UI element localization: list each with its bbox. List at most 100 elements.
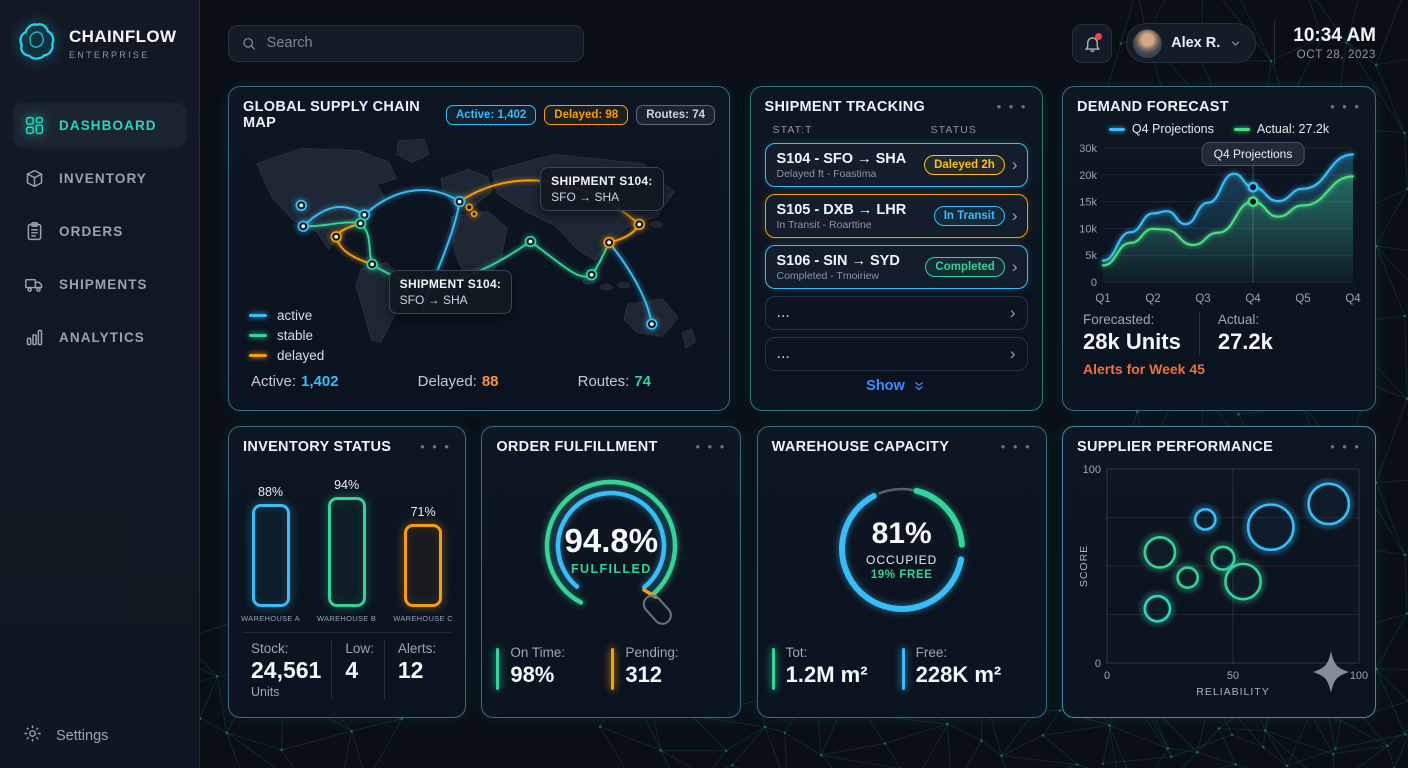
legend-label: stable — [277, 328, 313, 343]
chevron-right-icon[interactable]: › — [1010, 303, 1016, 323]
stat-value: 4 — [345, 657, 374, 684]
stat-label: On Time: — [510, 645, 565, 660]
shipment-subtitle: Completed - Tmoiriew — [777, 270, 926, 282]
demand-forecast-chart: 05k10k15k20k30kQ1Q2Q3Q4Q5Q4Q4 Projection… — [1077, 140, 1361, 308]
shipment-tracking-card: SHIPMENT TRACKING • • • STAT:T STATUS S1… — [750, 86, 1043, 411]
chevron-right-icon[interactable]: › — [1010, 344, 1016, 364]
stat-unit: Units — [251, 685, 321, 699]
chevron-right-icon[interactable]: › — [1012, 257, 1018, 277]
map-tooltip-title: SHIPMENT S104: — [400, 277, 502, 291]
shipment-info: S105 - DXB → LHRIn Transit - Roarttine — [777, 202, 934, 231]
legend-item: stable — [249, 325, 324, 345]
metric-stat: Tot:1.2M m² — [772, 645, 902, 690]
shipment-columns: STAT:T STATUS — [773, 124, 1024, 136]
cursor-sparkle-icon — [1313, 651, 1349, 693]
sidebar-nav: DASHBOARD INVENTORY ORDERS SHIPMENTS ANALYTI… — [0, 103, 199, 359]
ellipsis-icon[interactable]: • • • — [695, 443, 726, 451]
map-stat-label: Routes: — [578, 373, 630, 390]
status-badge: In Transit — [934, 206, 1005, 226]
ellipsis-icon[interactable]: • • • — [997, 103, 1028, 111]
supplier-card-title: SUPPLIER PERFORMANCE — [1077, 439, 1273, 455]
bar-value-label: 88% — [258, 485, 283, 499]
svg-text:0: 0 — [1104, 670, 1110, 682]
metric-stat: On Time:98% — [496, 645, 611, 690]
map-stat: Routes:74 — [578, 373, 651, 390]
shipment-row[interactable]: S106 - SIN → SYDCompleted - TmoiriewComp… — [765, 245, 1028, 289]
inventory-stat: Stock:24,561Units — [243, 641, 331, 699]
bar-value-label: 71% — [411, 505, 436, 519]
sidebar-item-label: ORDERS — [59, 224, 123, 239]
dashboard-grid-icon — [24, 115, 45, 136]
global-supply-chain-map-card: GLOBAL SUPPLY CHAIN MAP Active: 1,402Del… — [228, 86, 730, 411]
inventory-bar — [252, 504, 290, 607]
forecast-legend: Q4 Projections Actual: 27.2k — [1077, 122, 1361, 136]
search-input[interactable] — [267, 35, 571, 51]
bar-category-label: WAREHOUSE A — [241, 614, 300, 623]
map-tooltip: SHIPMENT S104:SFO → SHA — [540, 167, 664, 211]
inventory-card-title: INVENTORY STATUS — [243, 439, 391, 455]
inventory-bar-group: 71% WAREHOUSE C — [393, 505, 453, 623]
ellipsis-icon[interactable]: • • • — [1330, 103, 1361, 111]
svg-text:100: 100 — [1083, 464, 1101, 476]
shipment-info: S106 - SIN → SYDCompleted - Tmoiriew — [777, 253, 926, 282]
supplier-performance-card: SUPPLIER PERFORMANCE • • • 0100050100REL… — [1062, 426, 1376, 718]
status-badge: Completed — [925, 257, 1004, 277]
shipment-id: S105 - DXB → LHR — [777, 202, 934, 218]
chevron-right-icon[interactable]: › — [1012, 155, 1018, 175]
svg-text:RELIABILITY: RELIABILITY — [1196, 686, 1269, 698]
sidebar: CHAINFLOW ENTERPRISE DASHBOARDINVENTORYO… — [0, 0, 200, 768]
svg-text:0: 0 — [1091, 277, 1097, 289]
settings-label: Settings — [56, 728, 108, 744]
svg-text:Q3: Q3 — [1195, 293, 1210, 305]
sidebar-item-inventory[interactable]: INVENTORY — [13, 156, 186, 200]
svg-text:10k: 10k — [1079, 223, 1097, 235]
bar-category-label: WAREHOUSE B — [317, 614, 376, 623]
world-map: SHIPMENT S104:SFO → SHASHIPMENT S104:SFO… — [243, 137, 715, 365]
double-chevron-down-icon — [912, 379, 926, 393]
order-fulfillment-card: ORDER FULFILLMENT • • • 94.8% FULFILLED … — [481, 426, 741, 718]
shipment-card-title: SHIPMENT TRACKING — [765, 99, 926, 115]
inventory-bar-group: 94%WAREHOUSE B — [317, 478, 376, 623]
inventory-stat: Alerts:12 — [384, 641, 446, 699]
column-start: STAT:T — [773, 124, 813, 136]
map-card-title: GLOBAL SUPPLY CHAIN MAP — [243, 99, 446, 131]
sidebar-item-analytics[interactable]: ANALYTICS — [13, 315, 186, 359]
map-badge: Delayed: 98 — [544, 105, 628, 125]
shipment-placeholder-row[interactable]: ...› — [765, 337, 1028, 371]
shipment-row[interactable]: S105 - DXB → LHRIn Transit - RoarttineIn… — [765, 194, 1028, 238]
map-stat-label: Delayed: — [418, 373, 477, 390]
ellipsis-icon[interactable]: • • • — [1330, 443, 1361, 451]
stat-text: Pending:312 — [625, 645, 678, 690]
stat-accent-bar — [496, 648, 499, 690]
legend-label: Q4 Projections — [1132, 122, 1214, 136]
user-menu[interactable]: Alex R. — [1126, 23, 1256, 63]
map-badges: Active: 1,402Delayed: 98Routes: 74 — [446, 105, 715, 125]
forecast-stat: Forecasted:28k Units — [1077, 312, 1181, 355]
bar-category-label: WAREHOUSE C — [393, 614, 453, 623]
show-more-button[interactable]: Show — [765, 378, 1028, 394]
capacity-occupied-label: OCCUPIED — [866, 553, 937, 567]
forecast-stat: Actual:27.2k — [1199, 312, 1273, 355]
shipment-row[interactable]: S104 - SFO → SHADelayed ft - FoastimaDal… — [765, 143, 1028, 187]
stat-accent-bar — [611, 648, 614, 690]
shipment-placeholder-row[interactable]: ...› — [765, 296, 1028, 330]
sidebar-item-label: SHIPMENTS — [59, 277, 148, 292]
ellipsis-icon[interactable]: • • • — [1001, 443, 1032, 451]
sidebar-item-dashboard[interactable]: DASHBOARD — [13, 103, 186, 147]
stat-label: Tot: — [786, 645, 868, 660]
ellipsis-icon[interactable]: • • • — [420, 443, 451, 451]
brand-name: CHAINFLOW — [69, 27, 176, 47]
chevron-right-icon[interactable]: › — [1012, 206, 1018, 226]
clipboard-icon — [24, 221, 45, 242]
map-stat-label: Active: — [251, 373, 296, 390]
legend-item: Q4 Projections — [1109, 122, 1214, 136]
sidebar-item-shipments[interactable]: SHIPMENTS — [13, 262, 186, 306]
forecast-card-title: DEMAND FORECAST — [1077, 99, 1229, 115]
map-tooltip-route: SFO → SHA — [400, 293, 502, 307]
stat-accent-bar — [902, 648, 905, 690]
sidebar-item-orders[interactable]: ORDERS — [13, 209, 186, 253]
sidebar-item-settings[interactable]: Settings — [22, 723, 108, 748]
svg-text:15k: 15k — [1079, 197, 1097, 209]
notifications-button[interactable] — [1072, 24, 1112, 63]
legend-label: Actual: 27.2k — [1257, 122, 1329, 136]
